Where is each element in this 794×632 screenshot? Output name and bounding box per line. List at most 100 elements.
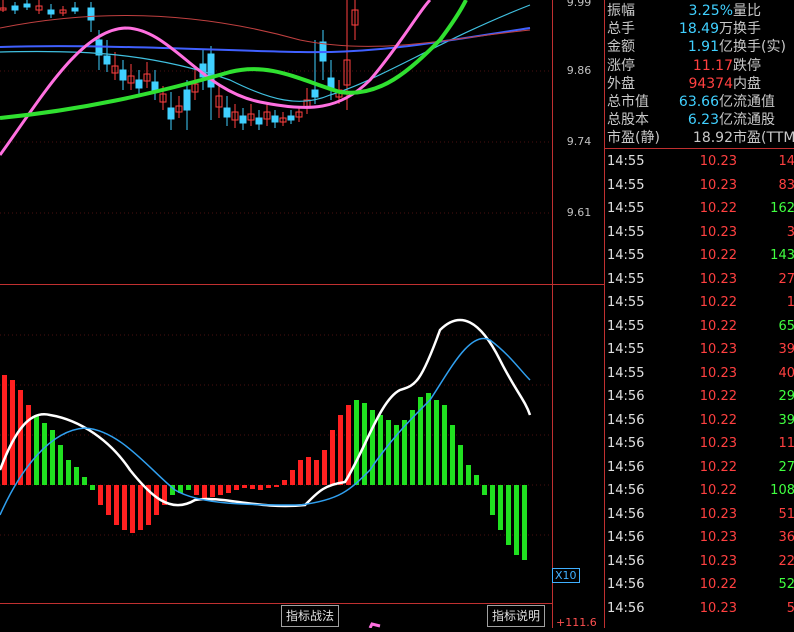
- tick-row[interactable]: 14:56 10.22 52: [605, 573, 794, 596]
- ma-red: [0, 15, 531, 47]
- tick-time: 14:56: [607, 506, 645, 522]
- tick-time: 14:55: [607, 295, 645, 310]
- tick-volume: 52: [778, 577, 794, 592]
- indicator-strategy-button[interactable]: 指标战法: [281, 605, 340, 627]
- price-label-2: 9.86: [566, 64, 592, 77]
- tick-time: 14:55: [607, 342, 645, 357]
- stat-unit: 亿: [719, 94, 733, 110]
- tick-row[interactable]: 14:55 10.22 1: [605, 291, 794, 314]
- stat-value: 63.66亿: [678, 94, 733, 110]
- tick-row[interactable]: 14:56 10.23 36: [605, 526, 794, 549]
- tick-row[interactable]: 14:55 10.23 14: [605, 150, 794, 173]
- tick-row[interactable]: 14:55 10.23 39: [605, 338, 794, 361]
- tick-price: 10.23: [699, 553, 737, 569]
- tick-price: 10.23: [699, 271, 737, 287]
- tick-price: 10.23: [699, 224, 737, 240]
- indicator-value: +111.6: [556, 616, 597, 629]
- panel-separator: [604, 148, 794, 149]
- stat-label: 外盘: [607, 75, 635, 92]
- macd-bar: [98, 485, 103, 505]
- macd-bar: [18, 390, 23, 485]
- candle-body: [239, 115, 247, 124]
- stat-value: 1.91亿: [687, 39, 733, 56]
- candle-body: [103, 55, 111, 65]
- tick-time: 14:55: [607, 154, 645, 169]
- tick-price: 10.22: [699, 318, 737, 334]
- tick-volume: 27: [778, 271, 794, 287]
- macd-bar: [338, 415, 343, 485]
- tick-volume: 65: [778, 318, 794, 334]
- tick-price: 10.23: [699, 365, 737, 381]
- tick-price: 10.22: [699, 459, 737, 475]
- tick-row[interactable]: 14:56 10.23 51: [605, 503, 794, 526]
- stat-label-2: 量比: [733, 3, 761, 19]
- indicator-explain-button[interactable]: 指标说明: [487, 605, 546, 627]
- macd-bar: [450, 425, 455, 485]
- stat-value: 18.49万: [678, 21, 733, 38]
- tick-row[interactable]: 14:56 10.22 27: [605, 456, 794, 479]
- macd-bar: [210, 485, 215, 497]
- tick-row[interactable]: 14:55 10.23 83: [605, 174, 794, 197]
- tick-row[interactable]: 14:56 10.22 29: [605, 385, 794, 408]
- macd-bar: [58, 445, 63, 485]
- macd-bar: [122, 485, 127, 530]
- tick-row[interactable]: 14:56 10.23 22: [605, 550, 794, 573]
- tick-time: 14:56: [607, 483, 645, 498]
- tick-price: 10.23: [699, 530, 737, 545]
- macd-bar: [442, 405, 447, 485]
- tick-price: 10.23: [699, 177, 737, 193]
- tick-time: 14:56: [607, 553, 645, 569]
- tick-time: 14:55: [607, 248, 645, 263]
- tick-volume: 39: [778, 342, 794, 357]
- tick-row[interactable]: 14:55 10.22 143: [605, 244, 794, 267]
- macd-bar: [2, 375, 7, 485]
- macd-bar: [186, 485, 191, 490]
- candlestick-chart[interactable]: [0, 0, 552, 629]
- macd-bar: [482, 485, 487, 495]
- tick-volume: 29: [778, 389, 794, 404]
- macd-bar: [458, 445, 463, 485]
- tick-volume: 51: [778, 506, 794, 522]
- tick-price: 10.22: [699, 483, 737, 498]
- macd-bar: [370, 410, 375, 485]
- price-label-4: 9.61: [566, 206, 592, 219]
- tick-time: 14:56: [607, 412, 645, 428]
- macd-bar: [282, 480, 287, 485]
- tick-volume: 3: [786, 224, 794, 240]
- macd-bar: [266, 485, 271, 488]
- macd-bar: [474, 475, 479, 485]
- candle-body: [71, 7, 79, 12]
- stat-value: 18.92: [692, 130, 733, 147]
- tick-volume: 83: [778, 177, 794, 193]
- indicator-toolbar: 指标战法 指标说明: [0, 603, 552, 629]
- macd-bar: [114, 485, 119, 525]
- tick-row[interactable]: 14:56 10.23 11: [605, 432, 794, 455]
- tick-volume: 40: [778, 365, 794, 381]
- stat-label-2: 内盘: [733, 75, 761, 92]
- tick-row[interactable]: 14:55 10.23 3: [605, 221, 794, 244]
- tick-row[interactable]: 14:55 10.23 27: [605, 268, 794, 291]
- indicator-x-label[interactable]: X10: [552, 568, 580, 583]
- tick-row[interactable]: 14:55 10.23 40: [605, 362, 794, 385]
- stat-label-2: 流通股: [733, 112, 775, 129]
- candle-body: [135, 79, 143, 89]
- macd-bar: [74, 467, 79, 485]
- tick-row[interactable]: 14:55 10.22 162: [605, 197, 794, 220]
- stat-row: 市盈(静) 18.92 市盈(TTM: [605, 129, 794, 147]
- macd-bar: [66, 460, 71, 485]
- tick-row[interactable]: 14:56 10.22 39: [605, 409, 794, 432]
- tick-price: 10.22: [699, 248, 737, 263]
- stat-label-2: 流通值: [733, 94, 775, 110]
- macd-bar: [258, 485, 263, 490]
- tick-volume: 39: [778, 412, 794, 428]
- stat-label: 振幅: [607, 3, 635, 19]
- macd-bar: [154, 485, 159, 515]
- tick-row[interactable]: 14:56 10.22 108: [605, 479, 794, 502]
- tick-row[interactable]: 14:55 10.22 65: [605, 315, 794, 338]
- tick-row[interactable]: 14:56 10.23 5: [605, 597, 794, 620]
- tick-time: 14:55: [607, 271, 645, 287]
- stat-unit: 亿: [719, 39, 733, 56]
- macd-bar: [322, 450, 327, 485]
- chart-area[interactable]: [0, 0, 552, 629]
- candle-body: [119, 69, 127, 81]
